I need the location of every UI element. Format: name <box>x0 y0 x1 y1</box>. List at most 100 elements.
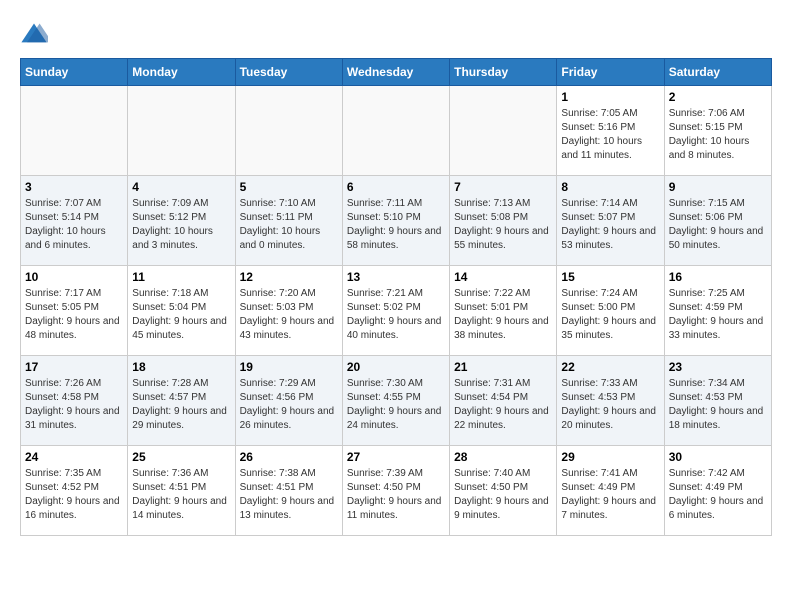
calendar-cell <box>21 86 128 176</box>
day-number: 10 <box>25 270 123 284</box>
day-info: Sunrise: 7:18 AMSunset: 5:04 PMDaylight:… <box>132 287 230 343</box>
day-info: Sunrise: 7:06 AMSunset: 5:15 PMDaylight:… <box>669 107 767 163</box>
day-number: 22 <box>561 360 659 374</box>
day-number: 19 <box>240 360 338 374</box>
calendar-header: SundayMondayTuesdayWednesdayThursdayFrid… <box>21 59 772 86</box>
day-number: 2 <box>669 90 767 104</box>
calendar-cell: 29 Sunrise: 7:41 AMSunset: 4:49 PMDayligh… <box>557 446 664 536</box>
day-info: Sunrise: 7:36 AMSunset: 4:51 PMDaylight:… <box>132 467 230 523</box>
day-info: Sunrise: 7:25 AMSunset: 4:59 PMDaylight:… <box>669 287 767 343</box>
day-number: 17 <box>25 360 123 374</box>
day-number: 18 <box>132 360 230 374</box>
day-number: 7 <box>454 180 552 194</box>
day-info: Sunrise: 7:05 AMSunset: 5:16 PMDaylight:… <box>561 107 659 163</box>
day-info: Sunrise: 7:07 AMSunset: 5:14 PMDaylight:… <box>25 197 123 253</box>
week-row-3: 10 Sunrise: 7:17 AMSunset: 5:05 PMDayligh… <box>21 266 772 356</box>
day-number: 30 <box>669 450 767 464</box>
calendar-cell: 7 Sunrise: 7:13 AMSunset: 5:08 PMDaylight… <box>450 176 557 266</box>
calendar-cell: 19 Sunrise: 7:29 AMSunset: 4:56 PMDayligh… <box>235 356 342 446</box>
week-row-1: 1Sunrise: 7:05 AMSunset: 5:16 PMDaylight… <box>21 86 772 176</box>
day-info: Sunrise: 7:14 AMSunset: 5:07 PMDaylight:… <box>561 197 659 253</box>
day-info: Sunrise: 7:24 AMSunset: 5:00 PMDaylight:… <box>561 287 659 343</box>
calendar-cell: 22 Sunrise: 7:33 AMSunset: 4:53 PMDayligh… <box>557 356 664 446</box>
day-number: 14 <box>454 270 552 284</box>
calendar-cell: 11Sunrise: 7:18 AMSunset: 5:04 PMDayligh… <box>128 266 235 356</box>
day-number: 25 <box>132 450 230 464</box>
calendar-cell: 1Sunrise: 7:05 AMSunset: 5:16 PMDaylight… <box>557 86 664 176</box>
day-info: Sunrise: 7:26 AMSunset: 4:58 PMDaylight:… <box>25 377 123 433</box>
calendar-cell: 27Sunrise: 7:39 AMSunset: 4:50 PMDayligh… <box>342 446 449 536</box>
day-info: Sunrise: 7:20 AMSunset: 5:03 PMDaylight:… <box>240 287 338 343</box>
day-info: Sunrise: 7:30 AMSunset: 4:55 PMDaylight:… <box>347 377 445 433</box>
calendar-cell: 17 Sunrise: 7:26 AMSunset: 4:58 PMDayligh… <box>21 356 128 446</box>
day-number: 4 <box>132 180 230 194</box>
day-header-wednesday: Wednesday <box>342 59 449 86</box>
day-number: 23 <box>669 360 767 374</box>
day-number: 5 <box>240 180 338 194</box>
calendar-body: 1Sunrise: 7:05 AMSunset: 5:16 PMDaylight… <box>21 86 772 536</box>
day-header-sunday: Sunday <box>21 59 128 86</box>
calendar-cell: 9 Sunrise: 7:15 AMSunset: 5:06 PMDaylight… <box>664 176 771 266</box>
day-number: 20 <box>347 360 445 374</box>
day-header-tuesday: Tuesday <box>235 59 342 86</box>
day-header-friday: Friday <box>557 59 664 86</box>
day-info: Sunrise: 7:11 AMSunset: 5:10 PMDaylight:… <box>347 197 445 253</box>
calendar-cell: 3 Sunrise: 7:07 AMSunset: 5:14 PMDaylight… <box>21 176 128 266</box>
calendar-cell: 6Sunrise: 7:11 AMSunset: 5:10 PMDaylight… <box>342 176 449 266</box>
day-info: Sunrise: 7:22 AMSunset: 5:01 PMDaylight:… <box>454 287 552 343</box>
day-number: 15 <box>561 270 659 284</box>
calendar-cell: 16 Sunrise: 7:25 AMSunset: 4:59 PMDayligh… <box>664 266 771 356</box>
calendar-cell: 25 Sunrise: 7:36 AMSunset: 4:51 PMDayligh… <box>128 446 235 536</box>
day-info: Sunrise: 7:31 AMSunset: 4:54 PMDaylight:… <box>454 377 552 433</box>
calendar-cell: 2 Sunrise: 7:06 AMSunset: 5:15 PMDaylight… <box>664 86 771 176</box>
day-info: Sunrise: 7:29 AMSunset: 4:56 PMDaylight:… <box>240 377 338 433</box>
day-number: 12 <box>240 270 338 284</box>
day-info: Sunrise: 7:40 AMSunset: 4:50 PMDaylight:… <box>454 467 552 523</box>
day-number: 24 <box>25 450 123 464</box>
day-number: 13 <box>347 270 445 284</box>
day-header-monday: Monday <box>128 59 235 86</box>
calendar-cell: 20 Sunrise: 7:30 AMSunset: 4:55 PMDayligh… <box>342 356 449 446</box>
day-info: Sunrise: 7:21 AMSunset: 5:02 PMDaylight:… <box>347 287 445 343</box>
day-number: 3 <box>25 180 123 194</box>
day-info: Sunrise: 7:38 AMSunset: 4:51 PMDaylight:… <box>240 467 338 523</box>
day-info: Sunrise: 7:28 AMSunset: 4:57 PMDaylight:… <box>132 377 230 433</box>
day-number: 16 <box>669 270 767 284</box>
day-number: 9 <box>669 180 767 194</box>
header-row: SundayMondayTuesdayWednesdayThursdayFrid… <box>21 59 772 86</box>
calendar-cell: 14 Sunrise: 7:22 AMSunset: 5:01 PMDayligh… <box>450 266 557 356</box>
day-info: Sunrise: 7:35 AMSunset: 4:52 PMDaylight:… <box>25 467 123 523</box>
day-number: 8 <box>561 180 659 194</box>
calendar-cell: 10 Sunrise: 7:17 AMSunset: 5:05 PMDayligh… <box>21 266 128 356</box>
calendar-cell: 4 Sunrise: 7:09 AMSunset: 5:12 PMDaylight… <box>128 176 235 266</box>
day-info: Sunrise: 7:41 AMSunset: 4:49 PMDaylight:… <box>561 467 659 523</box>
day-info: Sunrise: 7:34 AMSunset: 4:53 PMDaylight:… <box>669 377 767 433</box>
day-number: 29 <box>561 450 659 464</box>
calendar-cell: 21Sunrise: 7:31 AMSunset: 4:54 PMDayligh… <box>450 356 557 446</box>
day-header-saturday: Saturday <box>664 59 771 86</box>
calendar-cell: 26Sunrise: 7:38 AMSunset: 4:51 PMDayligh… <box>235 446 342 536</box>
calendar-cell: 24 Sunrise: 7:35 AMSunset: 4:52 PMDayligh… <box>21 446 128 536</box>
week-row-4: 17 Sunrise: 7:26 AMSunset: 4:58 PMDayligh… <box>21 356 772 446</box>
day-info: Sunrise: 7:10 AMSunset: 5:11 PMDaylight:… <box>240 197 338 253</box>
logo-icon <box>20 20 48 48</box>
calendar-cell: 8 Sunrise: 7:14 AMSunset: 5:07 PMDaylight… <box>557 176 664 266</box>
calendar-cell <box>235 86 342 176</box>
calendar-cell <box>128 86 235 176</box>
calendar-cell <box>342 86 449 176</box>
calendar-cell: 15 Sunrise: 7:24 AMSunset: 5:00 PMDayligh… <box>557 266 664 356</box>
calendar-cell: 28 Sunrise: 7:40 AMSunset: 4:50 PMDayligh… <box>450 446 557 536</box>
logo <box>20 20 52 48</box>
day-info: Sunrise: 7:42 AMSunset: 4:49 PMDaylight:… <box>669 467 767 523</box>
calendar-cell: 13 Sunrise: 7:21 AMSunset: 5:02 PMDayligh… <box>342 266 449 356</box>
day-number: 28 <box>454 450 552 464</box>
day-info: Sunrise: 7:15 AMSunset: 5:06 PMDaylight:… <box>669 197 767 253</box>
week-row-5: 24 Sunrise: 7:35 AMSunset: 4:52 PMDayligh… <box>21 446 772 536</box>
day-info: Sunrise: 7:33 AMSunset: 4:53 PMDaylight:… <box>561 377 659 433</box>
calendar-cell: 5 Sunrise: 7:10 AMSunset: 5:11 PMDaylight… <box>235 176 342 266</box>
page-header <box>20 20 772 48</box>
day-info: Sunrise: 7:13 AMSunset: 5:08 PMDaylight:… <box>454 197 552 253</box>
day-number: 27 <box>347 450 445 464</box>
day-info: Sunrise: 7:17 AMSunset: 5:05 PMDaylight:… <box>25 287 123 343</box>
day-info: Sunrise: 7:09 AMSunset: 5:12 PMDaylight:… <box>132 197 230 253</box>
